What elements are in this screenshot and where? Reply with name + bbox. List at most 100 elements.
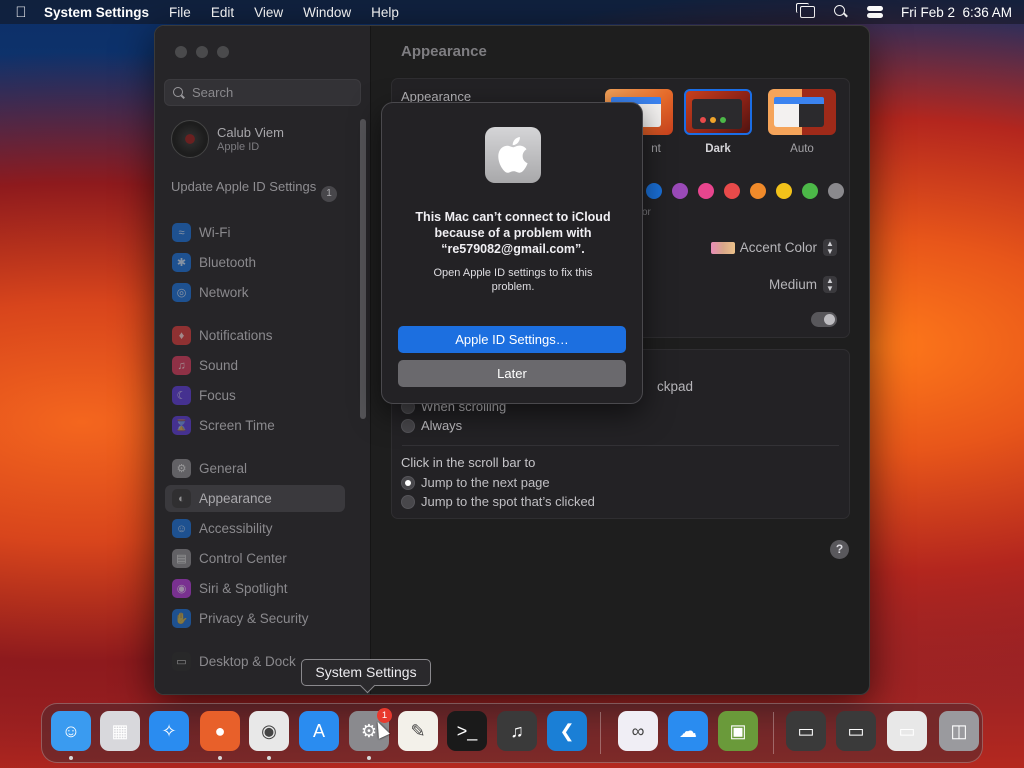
- apple-menu-icon[interactable]: : [12, 4, 30, 21]
- textedit-icon[interactable]: ✎: [398, 711, 438, 751]
- theme-dark-label: Dark: [705, 143, 731, 155]
- finder-icon[interactable]: ☺: [51, 711, 91, 751]
- highlight-color-chip: [710, 241, 735, 254]
- chevron-up-down-icon: ▲ ▼: [823, 276, 837, 293]
- help-button[interactable]: ?: [830, 540, 849, 559]
- menu-edit[interactable]: Edit: [211, 5, 234, 20]
- weather-icon[interactable]: ☁: [668, 711, 708, 751]
- radio-jump-spot-clicked[interactable]: Jump to the spot that’s clicked: [401, 494, 595, 509]
- search-input[interactable]: Search: [164, 79, 361, 106]
- sidebar-item-label: Siri & Spotlight: [199, 581, 288, 596]
- launchpad-icon[interactable]: ▦: [100, 711, 140, 751]
- gear-icon: ⚙: [172, 459, 191, 478]
- sidebar-item-focus[interactable]: ☾ Focus: [165, 382, 345, 409]
- apple-id-account[interactable]: Calub Viem Apple ID: [171, 120, 284, 158]
- sidebar-item-sound[interactable]: ♫ Sound: [165, 352, 345, 379]
- spotlight-search-icon[interactable]: [833, 5, 849, 19]
- safari-icon[interactable]: ✧: [149, 711, 189, 751]
- sidebar-item-label: Appearance: [199, 491, 272, 506]
- sidebar-item-privacy-security[interactable]: ✋ Privacy & Security: [165, 605, 345, 632]
- screen-mirroring-icon[interactable]: [795, 3, 815, 18]
- radio-label: Jump to the next page: [421, 475, 550, 490]
- scroll-label-fragment: ckpad: [657, 379, 694, 394]
- bell-icon: ♦: [172, 326, 191, 345]
- globe-icon: ◎: [172, 283, 191, 302]
- sidebar-item-control-center[interactable]: ▤ Control Center: [165, 545, 345, 572]
- sidebar-icon-size-popup[interactable]: Medium ▲ ▼: [769, 276, 837, 293]
- search-placeholder: Search: [192, 85, 234, 100]
- menu-help[interactable]: Help: [371, 5, 399, 20]
- trash-icon[interactable]: ◫: [939, 711, 979, 751]
- radio-label: Always: [421, 418, 463, 433]
- sidebar-item-general[interactable]: ⚙ General: [165, 455, 345, 482]
- dock-icon: ▭: [172, 652, 191, 671]
- sidebar-item-screen-time[interactable]: ⌛ Screen Time: [165, 412, 345, 439]
- window-thumbnail-icon[interactable]: ▭: [887, 711, 927, 751]
- sidebar-item-bluetooth[interactable]: ✱ Bluetooth: [165, 249, 345, 276]
- later-button[interactable]: Later: [398, 360, 626, 387]
- sidebar: Search Calub Viem Apple ID Update Apple …: [155, 26, 371, 694]
- sidebar-item-network[interactable]: ◎ Network: [165, 279, 345, 306]
- sidebar-item-notifications[interactable]: ♦ Notifications: [165, 322, 345, 349]
- sidebar-item-label: General: [199, 461, 248, 476]
- accent-color-swatch[interactable]: [646, 183, 662, 199]
- menu-window[interactable]: Window: [303, 5, 351, 20]
- visual-studio-icon[interactable]: ∞: [618, 711, 658, 751]
- window-thumbnail-icon[interactable]: ▭: [786, 711, 826, 751]
- window-thumbnail-icon[interactable]: ▭: [836, 711, 876, 751]
- accent-color-swatch[interactable]: [828, 183, 844, 199]
- radio-always[interactable]: Always: [401, 418, 462, 433]
- update-apple-id-settings[interactable]: Update Apple ID Settings: [171, 179, 341, 195]
- menu-bar:  System Settings File Edit View Window …: [0, 0, 1024, 24]
- theme-auto-option[interactable]: Auto: [768, 89, 836, 155]
- sidebar-item-label: Notifications: [199, 328, 273, 343]
- appearance-icon: ◐: [172, 489, 191, 508]
- menu-clock[interactable]: Fri Feb 2 6:36 AM: [901, 5, 1012, 20]
- control-center-icon[interactable]: [866, 5, 883, 19]
- minimize-window-button[interactable]: [196, 46, 208, 58]
- minecraft-icon[interactable]: ▣: [718, 711, 758, 751]
- radio-jump-next-page[interactable]: Jump to the next page: [401, 475, 550, 490]
- accent-color-swatch[interactable]: [750, 183, 766, 199]
- dock-separator: [773, 712, 774, 754]
- moon-icon: ☾: [172, 386, 191, 405]
- theme-auto-thumbnail: [768, 89, 836, 135]
- app-store-icon[interactable]: A: [299, 711, 339, 751]
- firefox-icon[interactable]: ●: [200, 711, 240, 751]
- search-icon: [173, 86, 185, 99]
- sidebar-item-label: Bluetooth: [199, 255, 257, 270]
- highlight-color-popup[interactable]: Accent Color ▲ ▼: [710, 239, 837, 256]
- account-subtitle: Apple ID: [217, 141, 260, 153]
- guitar-icon[interactable]: ♫: [497, 711, 537, 751]
- chevron-up-down-icon: ▲ ▼: [823, 239, 837, 256]
- sidebar-item-appearance[interactable]: ◐ Appearance: [165, 485, 345, 512]
- window-controls: [175, 46, 229, 58]
- sidebar-item-accessibility[interactable]: ☺ Accessibility: [165, 515, 345, 542]
- sidebar-item-wi-fi[interactable]: ≈ Wi-Fi: [165, 219, 345, 246]
- update-badge: 1: [321, 186, 337, 202]
- running-indicator: [367, 756, 371, 760]
- sidebar-scrollbar[interactable]: [360, 119, 366, 419]
- accent-color-swatch[interactable]: [698, 183, 714, 199]
- menu-file[interactable]: File: [169, 5, 191, 20]
- terminal-icon[interactable]: >_: [447, 711, 487, 751]
- theme-dark-option[interactable]: Dark: [684, 89, 752, 155]
- divider: [402, 445, 839, 446]
- sidebar-item-label: Privacy & Security: [199, 611, 309, 626]
- menu-app-name[interactable]: System Settings: [44, 5, 149, 20]
- close-window-button[interactable]: [175, 46, 187, 58]
- radio-button: [401, 418, 415, 433]
- wallpaper-tinting-toggle[interactable]: [811, 312, 837, 327]
- sidebar-item-label: Focus: [199, 388, 236, 403]
- zoom-window-button[interactable]: [217, 46, 229, 58]
- chrome-icon[interactable]: ◉: [249, 711, 289, 751]
- accent-color-swatch[interactable]: [672, 183, 688, 199]
- accent-color-swatch[interactable]: [802, 183, 818, 199]
- sidebar-item-label: Control Center: [199, 551, 287, 566]
- accent-color-swatch[interactable]: [776, 183, 792, 199]
- accent-color-swatch[interactable]: [724, 183, 740, 199]
- sidebar-item-siri-spotlight[interactable]: ◉ Siri & Spotlight: [165, 575, 345, 602]
- vscode-icon[interactable]: ❮: [547, 711, 587, 751]
- apple-id-settings-button[interactable]: Apple ID Settings…: [398, 326, 626, 353]
- menu-view[interactable]: View: [254, 5, 283, 20]
